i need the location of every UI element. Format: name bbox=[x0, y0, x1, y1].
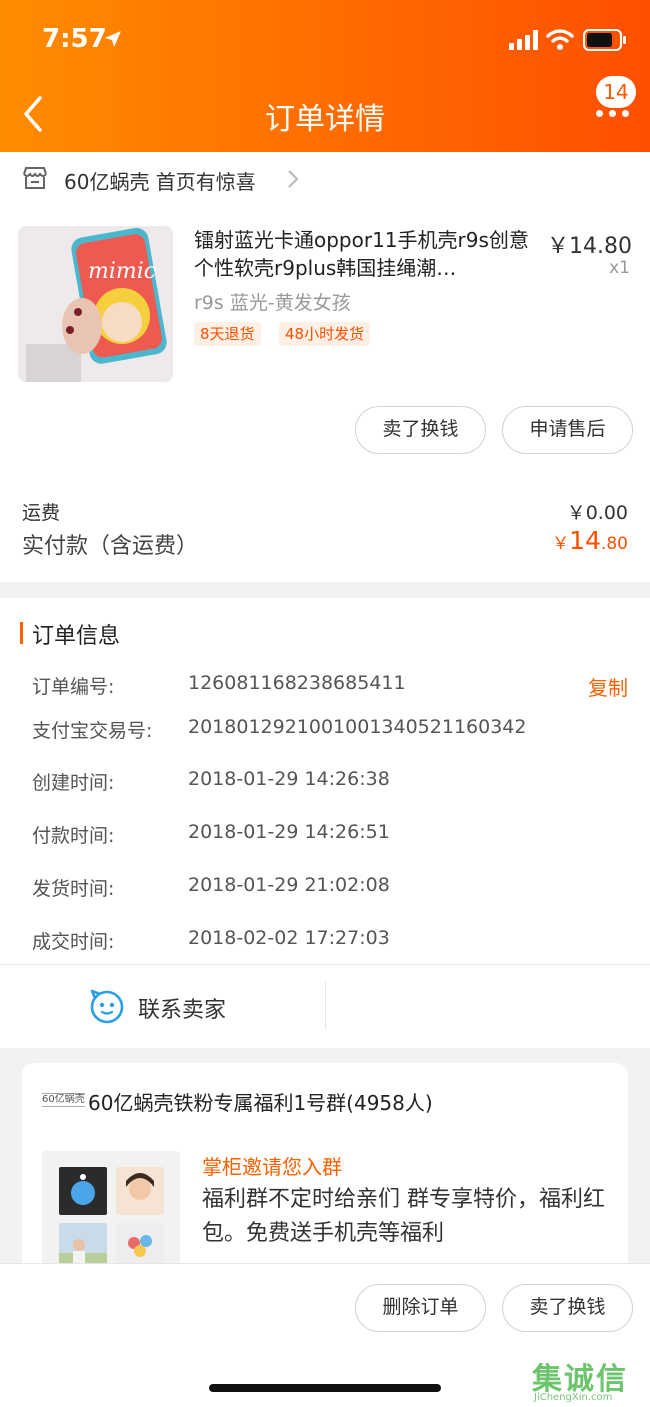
paid-currency: ￥ bbox=[552, 534, 570, 554]
shipping-fee-value: ￥0.00 bbox=[566, 502, 628, 524]
message-count-badge: 14 bbox=[596, 76, 636, 108]
wifi-icon bbox=[546, 29, 574, 50]
return-policy-badge: 8天退货 bbox=[194, 322, 261, 346]
chevron-right-icon[interactable] bbox=[286, 169, 300, 189]
paid-integer: 14 bbox=[569, 526, 601, 555]
copy-order-number-button[interactable]: 复制 bbox=[588, 672, 628, 701]
group-avatar-image bbox=[116, 1167, 164, 1215]
contact-seller-button[interactable]: 联系卖家 bbox=[138, 992, 226, 1024]
order-info-title: 订单信息 bbox=[32, 624, 121, 649]
completed-time-value: 2018-02-02 17:27:03 bbox=[188, 927, 390, 949]
paid-amount-value: ￥14.80 bbox=[552, 526, 628, 555]
group-avatar-image bbox=[59, 1167, 107, 1215]
order-number-value: 126081168238685411 bbox=[188, 672, 406, 694]
more-dot-icon bbox=[596, 110, 603, 117]
after-sale-button[interactable]: 申请售后 bbox=[502, 406, 633, 454]
product-price: ￥14.80 bbox=[547, 234, 632, 259]
cellular-signal-icon bbox=[509, 30, 538, 50]
shop-icon bbox=[23, 167, 47, 189]
contact-seller-icon[interactable] bbox=[89, 988, 125, 1024]
vertical-divider bbox=[325, 982, 326, 1030]
status-time: 7:57 bbox=[42, 24, 107, 54]
paid-decimal: .80 bbox=[600, 534, 628, 554]
completed-time-label: 成交时间: bbox=[32, 931, 115, 953]
shipping-time-badge: 48小时发货 bbox=[279, 322, 371, 346]
battery-icon bbox=[583, 29, 626, 51]
sell-item-bottom-button[interactable]: 卖了换钱 bbox=[502, 1284, 633, 1332]
order-item-panel: 60亿蜗壳 首页有惊喜 mimic 镭射蓝光卡通oppor11手机壳r9s创意个… bbox=[0, 152, 650, 582]
watermark: 集诚信 JiChengXin.com bbox=[532, 1354, 628, 1403]
home-indicator[interactable] bbox=[209, 1384, 441, 1392]
paid-time-label: 付款时间: bbox=[32, 825, 115, 847]
paid-time-value: 2018-01-29 14:26:51 bbox=[188, 821, 390, 843]
group-description: 福利群不定时给亲们 群专享特价，福利红包。免费送手机壳等福利 bbox=[202, 1187, 605, 1246]
product-title[interactable]: 镭射蓝光卡通oppor11手机壳r9s创意个性软壳r9plus韩国挂绳潮… bbox=[194, 226, 534, 282]
group-avatar-grid bbox=[42, 1151, 180, 1281]
group-invite-text: 掌柜邀请您入群 bbox=[202, 1155, 342, 1179]
created-time-label: 创建时间: bbox=[32, 772, 115, 794]
more-dot-icon bbox=[622, 110, 629, 117]
paid-amount-label: 实付款（含运费） bbox=[22, 534, 199, 559]
alipay-trade-label: 支付宝交易号: bbox=[32, 720, 153, 742]
alipay-trade-value: 2018012921001001340521160342 bbox=[188, 716, 527, 738]
location-arrow-icon bbox=[105, 31, 121, 47]
page-title: 订单详情 bbox=[265, 102, 385, 137]
group-logo: 60亿蜗壳 bbox=[42, 1093, 85, 1107]
divider bbox=[0, 964, 650, 965]
group-name: 60亿蜗壳铁粉专属福利1号群(4958人) bbox=[88, 1091, 433, 1115]
sell-item-button[interactable]: 卖了换钱 bbox=[355, 406, 486, 454]
more-dot-icon bbox=[609, 110, 616, 117]
shop-name-link[interactable]: 60亿蜗壳 首页有惊喜 bbox=[64, 166, 256, 195]
product-thumbnail[interactable]: mimic bbox=[18, 226, 173, 382]
order-number-label: 订单编号: bbox=[32, 676, 115, 698]
phone-case-image: mimic bbox=[18, 226, 173, 382]
section-accent-bar bbox=[20, 622, 23, 644]
header: 7:57 订单详情 14 bbox=[0, 0, 650, 152]
product-sku: r9s 蓝光-黄发女孩 bbox=[194, 292, 351, 314]
shipping-fee-label: 运费 bbox=[22, 502, 61, 524]
product-quantity: x1 bbox=[609, 258, 630, 278]
delete-order-button[interactable]: 删除订单 bbox=[355, 1284, 486, 1332]
order-info-panel: 订单信息 订单编号: 126081168238685411 复制 支付宝交易号:… bbox=[0, 598, 650, 1048]
thumb-text: mimic bbox=[88, 259, 156, 284]
shipped-time-value: 2018-01-29 21:02:08 bbox=[188, 874, 390, 896]
created-time-value: 2018-01-29 14:26:38 bbox=[188, 768, 390, 790]
watermark-url: JiChengXin.com bbox=[534, 1392, 613, 1403]
shipped-time-label: 发货时间: bbox=[32, 878, 115, 900]
